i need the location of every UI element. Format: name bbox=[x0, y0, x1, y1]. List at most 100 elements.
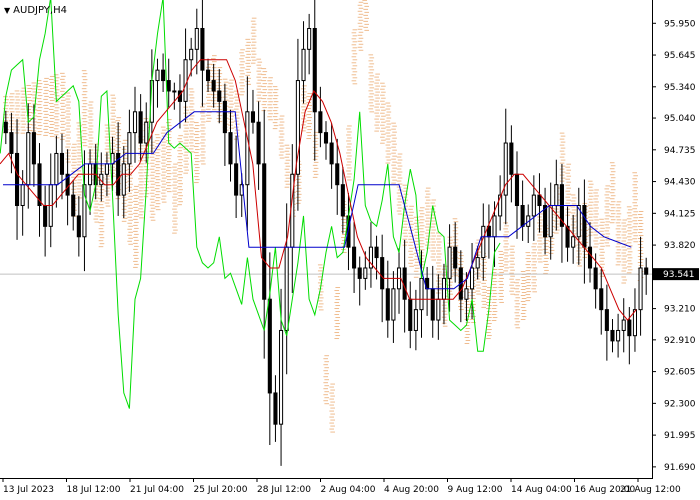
cloud-segment bbox=[418, 228, 424, 230]
cloud-segment bbox=[408, 244, 413, 246]
cloud-segment bbox=[633, 199, 639, 201]
cloud-segment bbox=[111, 97, 117, 99]
triangle-down-icon[interactable]: ▼ bbox=[4, 6, 10, 15]
cloud-segment bbox=[99, 213, 105, 215]
cloud-segment bbox=[503, 270, 508, 272]
cloud-segment bbox=[560, 147, 566, 149]
cloud-segment bbox=[66, 119, 71, 121]
cloud-segment bbox=[380, 136, 385, 138]
cloud-segment bbox=[66, 95, 71, 97]
cloud-segment bbox=[99, 171, 105, 173]
cloud-segment bbox=[593, 240, 598, 242]
cloud-segment bbox=[413, 276, 419, 278]
cloud-segment bbox=[402, 184, 408, 186]
cloud-segment bbox=[116, 117, 122, 119]
cloud-segment bbox=[261, 80, 267, 82]
cloud-segment bbox=[66, 113, 71, 115]
cloud-segment bbox=[626, 266, 632, 268]
time-axis[interactable]: 13 Jul 2023 18 Jul 12:00 21 Jul 04:00 25 Ju… bbox=[2, 478, 681, 495]
cloud-segment bbox=[212, 73, 217, 75]
cloud-segment bbox=[104, 196, 110, 198]
cloud-segment bbox=[521, 297, 527, 299]
cloud-segment bbox=[386, 117, 392, 119]
cloud-segment bbox=[36, 110, 42, 112]
cloud-segment bbox=[510, 269, 515, 271]
cloud-segment bbox=[442, 325, 448, 327]
cloud-segment bbox=[525, 282, 531, 284]
cloud-segment bbox=[251, 47, 257, 49]
price-axis[interactable]: 95.95095.64595.34095.04094.73594.43094.1… bbox=[652, 19, 696, 473]
cloud-segment bbox=[419, 231, 425, 233]
cloud-segment bbox=[195, 131, 200, 133]
cloud-segment bbox=[217, 67, 223, 69]
cloud-segment bbox=[492, 317, 498, 319]
cloud-segment bbox=[335, 311, 341, 313]
cloud-segment bbox=[352, 47, 358, 49]
cloud-segment bbox=[306, 120, 311, 122]
cloud-segment bbox=[538, 261, 543, 263]
cloud-segment bbox=[615, 234, 621, 236]
cloud-segment bbox=[431, 241, 437, 243]
cloud-segment bbox=[183, 166, 189, 168]
cloud-segment bbox=[250, 32, 256, 34]
cloud-segment bbox=[26, 90, 32, 92]
cloud-segment bbox=[481, 294, 486, 296]
cloud-segment bbox=[330, 395, 335, 397]
cloud-segment bbox=[609, 204, 615, 206]
cloud-segment bbox=[566, 199, 572, 201]
cloud-segment bbox=[188, 106, 194, 108]
cloud-segment bbox=[363, 26, 369, 28]
cloud-segment bbox=[380, 118, 385, 120]
cloud-segment bbox=[49, 93, 55, 95]
cloud-segment bbox=[105, 151, 111, 153]
cloud-segment bbox=[413, 264, 419, 266]
cloud-segment bbox=[105, 181, 111, 183]
cloud-segment bbox=[251, 35, 257, 37]
cloud-segment bbox=[594, 189, 599, 191]
cloud-segment bbox=[627, 251, 633, 253]
cloud-segment bbox=[82, 145, 88, 147]
cloud-segment bbox=[48, 108, 54, 110]
cloud-segment bbox=[173, 223, 178, 225]
time-tick-label: 25 Jul 20:00 bbox=[194, 485, 248, 495]
cloud-segment bbox=[194, 146, 199, 148]
cloud-segment bbox=[207, 105, 212, 107]
price-chart[interactable]: 95.95095.64595.34095.04094.73594.43094.1… bbox=[0, 0, 700, 500]
price-tick-label: 92.605 bbox=[664, 368, 696, 378]
cloud-segment bbox=[437, 283, 442, 285]
chart-window[interactable]: 95.950 95.645 95.340 95.040 94.735 94.430 94.1… bbox=[0, 0, 700, 500]
cloud-segment bbox=[8, 96, 14, 98]
cloud-segment bbox=[605, 233, 611, 235]
cloud-segment bbox=[610, 165, 616, 167]
cloud-segment bbox=[369, 93, 375, 95]
cloud-segment bbox=[229, 85, 234, 87]
cloud-segment bbox=[267, 80, 272, 82]
cloud-segment bbox=[392, 137, 397, 139]
cloud-segment bbox=[257, 73, 263, 75]
cloud-segment bbox=[510, 251, 515, 253]
cloud-segment bbox=[392, 173, 397, 175]
cloud-segment bbox=[77, 131, 83, 133]
cloud-segment bbox=[183, 172, 189, 174]
cloud-segment bbox=[184, 157, 190, 159]
time-tick-label: 2 Aug 04:00 bbox=[321, 485, 376, 495]
cloud-segment bbox=[570, 212, 576, 214]
cloud-segment bbox=[425, 211, 431, 213]
cloud-segment bbox=[436, 238, 441, 240]
cloud-segment bbox=[37, 125, 43, 127]
cloud-segment bbox=[571, 227, 577, 229]
cloud-segment bbox=[194, 182, 199, 184]
cloud-segment bbox=[139, 205, 144, 207]
cloud-segment bbox=[352, 53, 358, 55]
cloud-segment bbox=[194, 128, 199, 130]
cloud-segment bbox=[459, 303, 464, 305]
cloud-segment bbox=[323, 394, 329, 396]
price-tick-label: 95.340 bbox=[664, 83, 696, 93]
cloud-segment bbox=[329, 422, 334, 424]
cloud-segment bbox=[626, 218, 632, 220]
cloud-segment bbox=[65, 110, 70, 112]
cloud-segment bbox=[402, 226, 408, 228]
cloud-segment bbox=[128, 213, 133, 215]
cloud-segment bbox=[60, 114, 65, 116]
cloud-segment bbox=[166, 152, 171, 154]
